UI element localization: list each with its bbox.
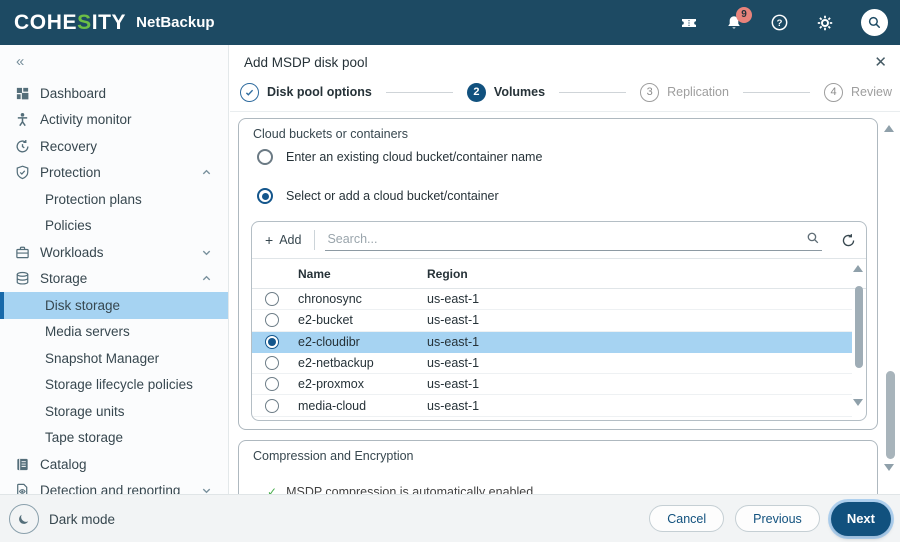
sidebar-item-policies[interactable]: Policies (0, 213, 228, 240)
dashboard-grid-icon (14, 85, 31, 102)
next-button[interactable]: Next (830, 501, 891, 536)
dark-mode-toggle[interactable]: Dark mode (9, 504, 115, 534)
table-row-netbackup[interactable]: netbackup us-east-1 (252, 417, 852, 420)
notification-badge: 9 (736, 6, 752, 23)
cancel-button[interactable]: Cancel (649, 505, 725, 532)
product-name: NetBackup (136, 14, 215, 31)
help-icon[interactable]: ? (770, 13, 789, 32)
panel-scroll-down-icon[interactable] (884, 464, 894, 471)
table-row-e2-netbackup[interactable]: e2-netbackup us-east-1 (252, 353, 852, 375)
bucket-table-header: Name Region (252, 259, 866, 289)
sidebar-item-recovery[interactable]: Recovery (0, 133, 228, 160)
sidebar-item-storage-lifecycle-policies[interactable]: Storage lifecycle policies (0, 372, 228, 399)
step-review[interactable]: 4 Review (824, 82, 892, 102)
wizard-content: Cloud buckets or containers Enter an exi… (230, 112, 900, 524)
table-row-e2-proxmox[interactable]: e2-proxmox us-east-1 (252, 374, 852, 396)
step-connector (559, 91, 627, 93)
sidebar-collapse-button[interactable]: « (16, 53, 24, 70)
recovery-history-icon (14, 138, 31, 155)
bucket-table-toolbar: + Add (252, 222, 866, 259)
catalog-book-icon (14, 456, 31, 473)
row-radio-icon[interactable] (265, 292, 279, 307)
panel-scroll-up-icon[interactable] (884, 125, 894, 132)
top-bar: COHESITY NetBackup 9 ? (0, 0, 900, 45)
row-radio-icon[interactable] (265, 398, 279, 413)
sidebar-item-storage[interactable]: Storage (0, 266, 228, 293)
sidebar-item-tape-storage[interactable]: Tape storage (0, 425, 228, 452)
sidebar-item-workloads[interactable]: Workloads (0, 239, 228, 266)
sidebar-item-activity-monitor[interactable]: Activity monitor (0, 107, 228, 134)
sidebar-item-catalog[interactable]: Catalog (0, 451, 228, 478)
chevron-up-icon (201, 167, 212, 178)
plus-icon: + (265, 232, 274, 248)
previous-button[interactable]: Previous (735, 505, 820, 532)
step-check-icon (240, 82, 259, 102)
cohesity-logo: COHESITY (14, 10, 127, 34)
chevron-up-icon (201, 273, 212, 284)
refresh-icon[interactable] (830, 233, 866, 248)
row-radio-icon[interactable] (265, 356, 279, 371)
chevron-down-icon (201, 247, 212, 258)
add-bucket-button[interactable]: + Add (252, 222, 314, 258)
section-title: Cloud buckets or containers (253, 127, 408, 141)
radio-unselected-icon (257, 149, 273, 165)
column-header-name: Name (298, 266, 331, 281)
column-header-region: Region (427, 266, 468, 281)
row-radio-icon[interactable] (265, 377, 279, 392)
step-connector (385, 91, 453, 93)
wizard-stepper: Disk pool options 2 Volumes 3 Replicatio… (240, 80, 892, 104)
table-row-e2-cloudibr[interactable]: e2-cloudibr us-east-1 (252, 331, 852, 353)
sidebar: « Dashboard Activity monitor Recovery Pr… (0, 45, 229, 498)
storage-database-icon (14, 270, 31, 287)
shield-check-icon (14, 164, 31, 181)
toolbar-divider (314, 230, 316, 250)
panel-scrollbar-thumb[interactable] (886, 371, 895, 459)
moon-icon (9, 504, 39, 534)
settings-gear-icon[interactable] (816, 14, 834, 32)
row-radio-selected-icon[interactable] (265, 334, 279, 349)
step-volumes[interactable]: 2 Volumes (466, 82, 545, 102)
section-title: Compression and Encryption (253, 449, 414, 463)
wizard-title: Add MSDP disk pool (244, 55, 368, 70)
radio-selected-icon (257, 188, 273, 204)
radio-select-or-add-bucket[interactable]: Select or add a cloud bucket/container (257, 188, 499, 204)
table-scroll-down-icon[interactable] (853, 399, 863, 406)
sidebar-item-storage-units[interactable]: Storage units (0, 398, 228, 425)
step-connector (742, 91, 811, 93)
bucket-table: + Add Name Region chronosync us-east- (251, 221, 867, 421)
sidebar-item-disk-storage[interactable]: Disk storage (0, 292, 228, 319)
wizard-header: Add MSDP disk pool ✕ Disk pool options 2… (230, 45, 900, 112)
dark-mode-label: Dark mode (49, 511, 116, 527)
search-input[interactable] (325, 229, 822, 251)
bucket-rows: chronosync us-east-1 e2-bucket us-east-1… (252, 289, 852, 420)
briefcase-icon (14, 244, 31, 261)
step-disk-pool-options[interactable]: Disk pool options (240, 82, 372, 102)
row-radio-icon[interactable] (265, 313, 279, 328)
activity-person-icon (14, 111, 31, 128)
sidebar-item-protection-plans[interactable]: Protection plans (0, 186, 228, 213)
close-icon[interactable]: ✕ (874, 53, 887, 71)
step-replication[interactable]: 3 Replication (640, 82, 729, 102)
search-icon[interactable] (861, 9, 888, 36)
table-scroll-up-icon[interactable] (853, 265, 863, 272)
notifications-bell-icon[interactable]: 9 (725, 6, 752, 32)
cloud-buckets-section: Cloud buckets or containers Enter an exi… (238, 118, 878, 430)
table-row-e2-bucket[interactable]: e2-bucket us-east-1 (252, 310, 852, 332)
sidebar-item-snapshot-manager[interactable]: Snapshot Manager (0, 345, 228, 372)
sidebar-item-dashboard[interactable]: Dashboard (0, 80, 228, 107)
sidebar-item-media-servers[interactable]: Media servers (0, 319, 228, 346)
footer-bar: Dark mode Cancel Previous Next (0, 494, 900, 542)
table-scrollbar-thumb[interactable] (855, 286, 863, 368)
sidebar-item-protection[interactable]: Protection (0, 160, 228, 187)
radio-enter-existing-bucket[interactable]: Enter an existing cloud bucket/container… (257, 149, 542, 165)
row-radio-icon[interactable] (265, 419, 279, 420)
table-row-chronosync[interactable]: chronosync us-east-1 (252, 289, 852, 311)
svg-text:?: ? (777, 18, 783, 29)
table-row-media-cloud[interactable]: media-cloud us-east-1 (252, 395, 852, 417)
search-icon (806, 231, 820, 245)
license-ticket-icon[interactable] (680, 14, 698, 32)
